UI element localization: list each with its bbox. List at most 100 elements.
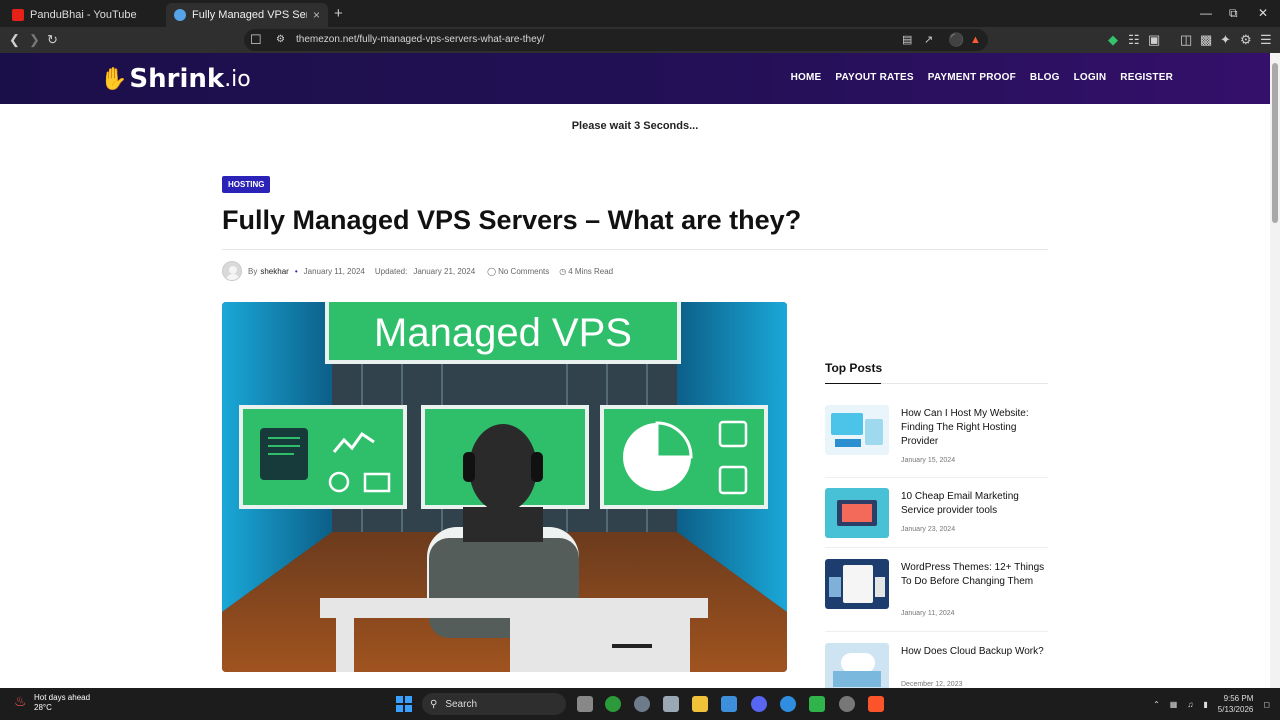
minimize-icon[interactable]: — bbox=[1200, 6, 1212, 20]
nav-home[interactable]: HOME bbox=[791, 72, 822, 83]
close-tab-icon[interactable]: × bbox=[313, 8, 320, 22]
taskbar-search[interactable]: ⚲ Search bbox=[422, 693, 566, 715]
title-divider bbox=[222, 249, 1048, 250]
post-thumbnail[interactable] bbox=[825, 405, 889, 455]
weather-widget[interactable]: ♨ Hot days ahead 28°C bbox=[14, 693, 90, 713]
address-bar[interactable]: ☐ ⚙ themezon.net/fully-managed-vps-serve… bbox=[244, 29, 988, 51]
reload-icon[interactable]: ↻ bbox=[47, 32, 58, 48]
discord-icon[interactable] bbox=[751, 696, 767, 712]
browser-tabbar: PanduBhai - YouTube Fully Managed VPS Se… bbox=[0, 0, 1280, 27]
bookmark-icon[interactable]: ☐ bbox=[250, 32, 262, 48]
thermometer-icon: ♨ bbox=[14, 693, 27, 709]
maximize-icon[interactable]: ⧉ bbox=[1229, 6, 1238, 21]
share-icon[interactable]: ↗ bbox=[924, 32, 933, 48]
wallet-icon[interactable]: ▩ bbox=[1200, 32, 1212, 48]
taskbar-search-label: Search bbox=[445, 698, 478, 710]
nav-register[interactable]: REGISTER bbox=[1120, 72, 1173, 83]
reader-icon[interactable]: ▤ bbox=[902, 32, 912, 48]
system-clock[interactable]: 9:56 PM 5/13/2026 bbox=[1218, 693, 1254, 715]
post-title[interactable]: How Does Cloud Backup Work? bbox=[901, 645, 1051, 659]
battery-icon[interactable]: ▮ bbox=[1203, 700, 1207, 709]
browser-toolbar: ❮ ❯ ↻ ☐ ⚙ themezon.net/fully-managed-vps… bbox=[0, 27, 1280, 53]
close-window-icon[interactable]: ✕ bbox=[1258, 6, 1268, 20]
app-icon[interactable] bbox=[809, 696, 825, 712]
site-logo[interactable]: ✋ Shrink .io bbox=[100, 61, 251, 97]
sidebar-icon[interactable]: ◫ bbox=[1180, 32, 1192, 48]
xbox-icon[interactable] bbox=[605, 696, 621, 712]
edge-icon[interactable] bbox=[780, 696, 796, 712]
leo-ai-icon[interactable]: ✦ bbox=[1220, 32, 1231, 48]
volume-icon[interactable]: ♫ bbox=[1187, 700, 1193, 709]
forward-icon[interactable]: ❯ bbox=[29, 32, 40, 48]
url-text[interactable]: themezon.net/fully-managed-vps-servers-w… bbox=[296, 34, 544, 45]
pointer-hand-icon: ✋ bbox=[100, 66, 128, 92]
task-view-icon[interactable] bbox=[577, 696, 593, 712]
scrollbar-thumb[interactable] bbox=[1272, 63, 1278, 223]
brightness-icon[interactable] bbox=[663, 696, 679, 712]
post-date: January 23, 2024 bbox=[901, 526, 956, 533]
weather-title: Hot days ahead bbox=[34, 693, 91, 702]
post-date: January 15, 2024 bbox=[901, 457, 956, 464]
sidebar-title-underline bbox=[825, 383, 1048, 384]
site-favicon-icon bbox=[174, 9, 186, 21]
tab-search-icon[interactable]: ▣ bbox=[1148, 32, 1160, 48]
search-icon: ⚲ bbox=[430, 698, 438, 710]
site-nav: HOME PAYOUT RATES PAYMENT PROOF BLOG LOG… bbox=[791, 72, 1173, 83]
logo-suffix: .io bbox=[224, 66, 251, 92]
nav-payment-proof[interactable]: PAYMENT PROOF bbox=[928, 72, 1016, 83]
new-tab-button[interactable]: + bbox=[334, 5, 343, 22]
extensions-icon[interactable]: ☷ bbox=[1128, 32, 1140, 48]
shield-icon[interactable]: ⚙ bbox=[1240, 32, 1252, 48]
updated-date: January 21, 2024 bbox=[413, 266, 476, 276]
hero-banner-text: Managed VPS bbox=[374, 311, 632, 355]
system-tray: ⌃ ▦ ♫ ▮ 9:56 PM 5/13/2026 ◻ bbox=[1153, 693, 1270, 715]
web-page: ✋ Shrink .io HOME PAYOUT RATES PAYMENT P… bbox=[0, 53, 1270, 688]
vpn-icon[interactable]: ◆ bbox=[1108, 32, 1118, 48]
page-scrollbar[interactable] bbox=[1270, 53, 1280, 688]
post-thumbnail[interactable] bbox=[825, 488, 889, 538]
back-icon[interactable]: ❮ bbox=[9, 32, 20, 48]
nav-payout-rates[interactable]: PAYOUT RATES bbox=[835, 72, 913, 83]
brave-browser-icon[interactable] bbox=[868, 696, 884, 712]
sidebar-title: Top Posts bbox=[825, 361, 883, 375]
site-header: ✋ Shrink .io HOME PAYOUT RATES PAYMENT P… bbox=[0, 53, 1270, 104]
countdown-text: Please wait 3 Seconds... bbox=[571, 120, 699, 132]
publish-date: January 11, 2024 bbox=[303, 266, 365, 276]
post-thumbnail[interactable] bbox=[825, 559, 889, 609]
menu-icon[interactable]: ☰ bbox=[1260, 32, 1272, 48]
author-avatar[interactable] bbox=[222, 261, 242, 281]
clock-icon: ◷ bbox=[559, 266, 567, 276]
comments-link[interactable]: No Comments bbox=[498, 267, 549, 276]
post-thumbnail[interactable] bbox=[825, 643, 889, 688]
nav-login[interactable]: LOGIN bbox=[1074, 72, 1107, 83]
network-icon[interactable]: ▦ bbox=[1170, 700, 1178, 709]
post-date: January 11, 2024 bbox=[901, 610, 955, 617]
nav-blog[interactable]: BLOG bbox=[1030, 72, 1060, 83]
comment-icon: ◯ bbox=[487, 266, 497, 276]
tab-article[interactable]: Fully Managed VPS Servers – Wh × bbox=[166, 3, 328, 27]
windows-start-icon[interactable] bbox=[396, 696, 412, 712]
author-name[interactable]: shekhar bbox=[260, 267, 288, 276]
tab-youtube[interactable]: PanduBhai - YouTube bbox=[4, 3, 164, 27]
sidebar-top-posts: Top Posts How Can I Host My Website: Fin… bbox=[825, 361, 1048, 688]
brave-rewards-icon[interactable]: ▲ bbox=[970, 32, 981, 48]
chevron-up-icon[interactable]: ⌃ bbox=[1153, 700, 1160, 709]
notifications-icon[interactable]: ◻ bbox=[1263, 700, 1270, 709]
settings-icon[interactable] bbox=[634, 696, 650, 712]
steam-icon[interactable] bbox=[839, 696, 855, 712]
photos-icon[interactable] bbox=[721, 696, 737, 712]
post-title[interactable]: How Can I Host My Website: Finding The R… bbox=[901, 407, 1051, 449]
site-info-icon[interactable]: ⚙ bbox=[276, 32, 285, 48]
post-divider bbox=[825, 631, 1048, 632]
post-date: December 12, 2023 bbox=[901, 681, 963, 688]
post-title[interactable]: 10 Cheap Email Marketing Service provide… bbox=[901, 490, 1051, 518]
file-explorer-icon[interactable] bbox=[692, 696, 708, 712]
tab-title: Fully Managed VPS Servers – Wh bbox=[192, 9, 307, 21]
brave-shields-icon[interactable]: ⚫ bbox=[948, 32, 964, 48]
updated-label: Updated: bbox=[374, 266, 408, 276]
post-title[interactable]: WordPress Themes: 12+ Things To Do Befor… bbox=[901, 561, 1051, 589]
tab-title: PanduBhai - YouTube bbox=[30, 9, 137, 21]
post-divider bbox=[825, 477, 1048, 478]
youtube-icon bbox=[12, 9, 24, 21]
category-badge[interactable]: HOSTING bbox=[222, 176, 271, 193]
